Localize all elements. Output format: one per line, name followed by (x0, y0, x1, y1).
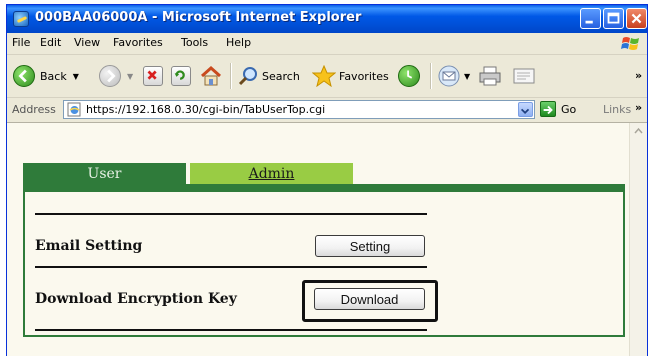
back-button[interactable]: Back ▼ (13, 63, 79, 89)
vertical-scrollbar[interactable] (629, 123, 647, 356)
divider (35, 329, 427, 331)
stop-button[interactable] (143, 63, 163, 89)
address-url: https://192.168.0.30/cgi-bin/TabUserTop.… (86, 103, 326, 116)
home-button[interactable] (200, 63, 222, 89)
tab-user-label: User (87, 165, 122, 182)
tab-admin-link[interactable]: Admin (190, 163, 353, 184)
toolbar-chevron-icon[interactable]: » (635, 69, 642, 82)
back-arrow-icon (13, 65, 35, 87)
print-icon (479, 66, 501, 86)
setting-button-label: Setting (349, 238, 391, 254)
tab-admin[interactable]: Admin (190, 163, 353, 184)
toolbar-separator (230, 63, 232, 89)
menu-tools[interactable]: Tools (181, 36, 208, 49)
links-chevron-icon[interactable]: » (635, 101, 642, 114)
divider (35, 266, 427, 268)
back-label: Back (40, 69, 67, 83)
history-button[interactable] (398, 63, 420, 89)
title-bar[interactable]: 000BAA06000A - Microsoft Internet Explor… (7, 5, 647, 33)
minimize-icon (585, 20, 593, 24)
forward-button[interactable]: ▼ (99, 63, 133, 89)
download-button-label: Download (340, 291, 399, 307)
address-bar: Address https://192.168.0.30/cgi-bin/Tab… (7, 98, 647, 123)
search-icon (238, 67, 257, 86)
menu-edit[interactable]: Edit (40, 36, 61, 49)
forward-arrow-icon (99, 65, 121, 87)
browser-window: 000BAA06000A - Microsoft Internet Explor… (6, 4, 648, 356)
favorites-button[interactable]: Favorites (312, 63, 389, 89)
address-label: Address (12, 103, 56, 116)
maximize-icon (607, 12, 620, 24)
page-content: User Admin Email Setting Setting Downloa… (7, 123, 629, 356)
address-input[interactable]: https://192.168.0.30/cgi-bin/TabUserTop.… (63, 100, 535, 119)
go-arrow-icon (543, 105, 553, 115)
refresh-icon (171, 66, 191, 86)
menu-help[interactable]: Help (226, 36, 251, 49)
favorites-label: Favorites (339, 69, 389, 83)
user-settings-panel: Email Setting Setting Download Encryptio… (23, 192, 625, 337)
email-setting-label: Email Setting (35, 238, 143, 254)
print-button[interactable] (478, 63, 502, 89)
download-button[interactable]: Download (314, 288, 425, 310)
menu-bar: File Edit View Favorites Tools Help (7, 33, 647, 55)
go-arrow-button[interactable] (540, 101, 556, 117)
edit-page-icon (513, 68, 535, 84)
forward-dropdown-icon: ▼ (127, 71, 134, 81)
close-button[interactable] (626, 8, 647, 29)
address-dropdown-button[interactable] (518, 102, 533, 117)
window-title: 000BAA06000A - Microsoft Internet Explor… (35, 10, 362, 25)
tab-underline-band (23, 184, 625, 192)
menu-view[interactable]: View (74, 36, 100, 49)
stop-icon (143, 66, 163, 86)
home-icon (201, 65, 221, 86)
edit-button[interactable] (512, 63, 538, 89)
windows-flag-icon (621, 37, 639, 50)
ie-page-icon (67, 102, 81, 117)
mail-icon (438, 65, 460, 87)
email-setting-button[interactable]: Setting (315, 235, 425, 257)
download-encryption-key-label: Download Encryption Key (35, 291, 237, 307)
menu-file[interactable]: File (12, 36, 30, 49)
toolbar-separator (430, 63, 432, 89)
mail-dropdown-icon: ▼ (464, 71, 471, 81)
divider (35, 213, 427, 215)
go-label[interactable]: Go (561, 103, 576, 116)
refresh-button[interactable] (171, 63, 191, 89)
favorites-star-icon (312, 65, 336, 87)
minimize-button[interactable] (580, 8, 601, 29)
back-dropdown-icon: ▼ (72, 71, 79, 81)
maximize-button[interactable] (603, 8, 624, 29)
close-icon (631, 13, 642, 24)
ie-page-icon (13, 11, 29, 27)
tab-user[interactable]: User (23, 163, 186, 184)
history-icon (398, 65, 420, 87)
scroll-up-arrow-icon[interactable] (632, 125, 645, 138)
search-button[interactable]: Search (237, 63, 300, 89)
mail-button[interactable]: ▼ (437, 63, 470, 89)
chevron-down-icon (520, 108, 530, 115)
search-label: Search (262, 69, 300, 83)
standard-toolbar: Back ▼ ▼ Search Favorites ▼ » (7, 55, 647, 98)
links-label[interactable]: Links (603, 103, 631, 116)
menu-favorites[interactable]: Favorites (113, 36, 163, 49)
